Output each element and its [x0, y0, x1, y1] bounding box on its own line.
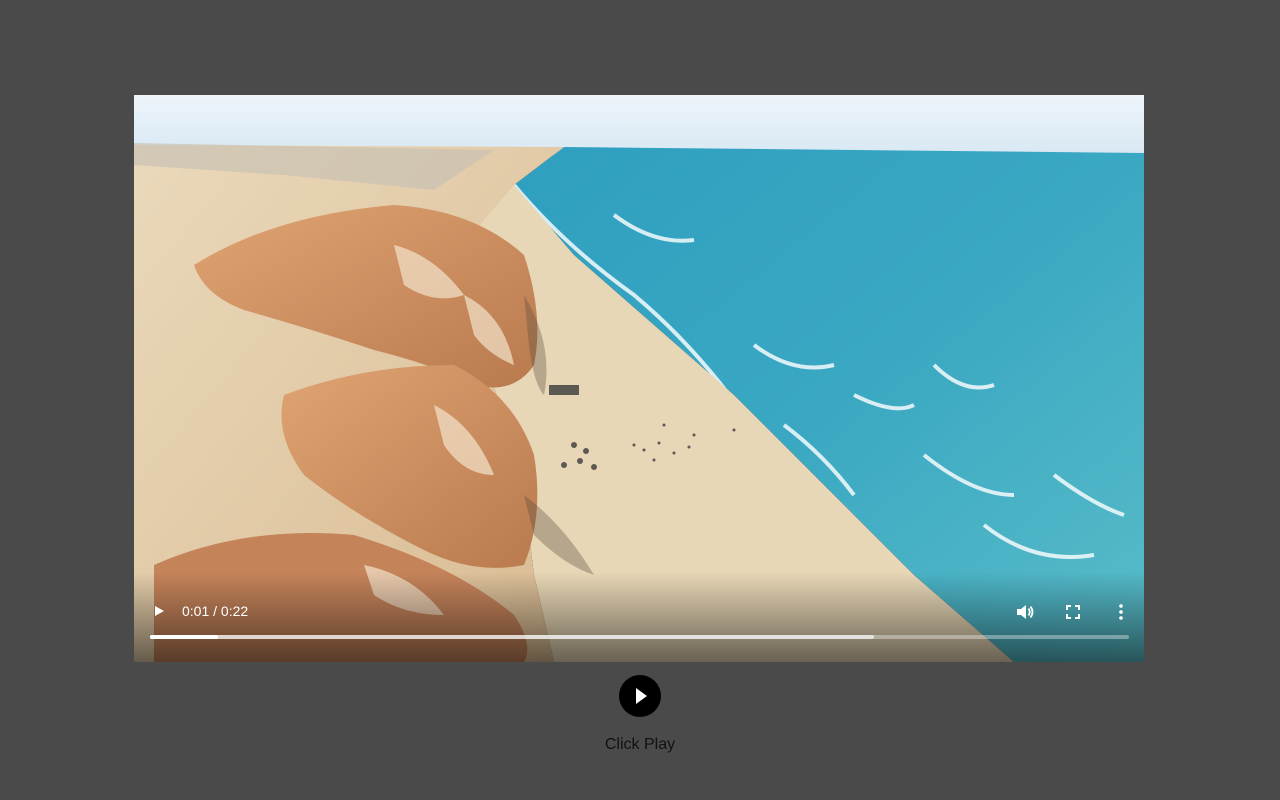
duration: 0:22 — [220, 603, 249, 619]
play-button[interactable] — [148, 600, 170, 622]
video-player[interactable]: 0:01 / 0:22 — [134, 95, 1144, 662]
video-controls: 0:01 / 0:22 — [134, 592, 1144, 662]
more-options-button[interactable] — [1109, 600, 1133, 624]
fullscreen-button[interactable] — [1061, 600, 1085, 624]
more-options-icon — [1119, 604, 1123, 620]
fullscreen-icon — [1066, 605, 1080, 619]
time-separator: / — [209, 603, 221, 619]
progress-bar[interactable] — [150, 635, 1129, 639]
big-play-button[interactable] — [619, 675, 661, 717]
volume-icon — [1017, 605, 1034, 619]
progress-played — [150, 635, 218, 639]
play-icon — [155, 606, 164, 616]
current-time: 0:01 — [182, 603, 210, 619]
progress-buffered — [150, 635, 875, 639]
play-circle-icon — [636, 688, 647, 704]
volume-button[interactable] — [1013, 600, 1037, 624]
time-display: 0:01 / 0:22 — [182, 603, 248, 619]
click-play-label: Click Play — [604, 736, 676, 753]
